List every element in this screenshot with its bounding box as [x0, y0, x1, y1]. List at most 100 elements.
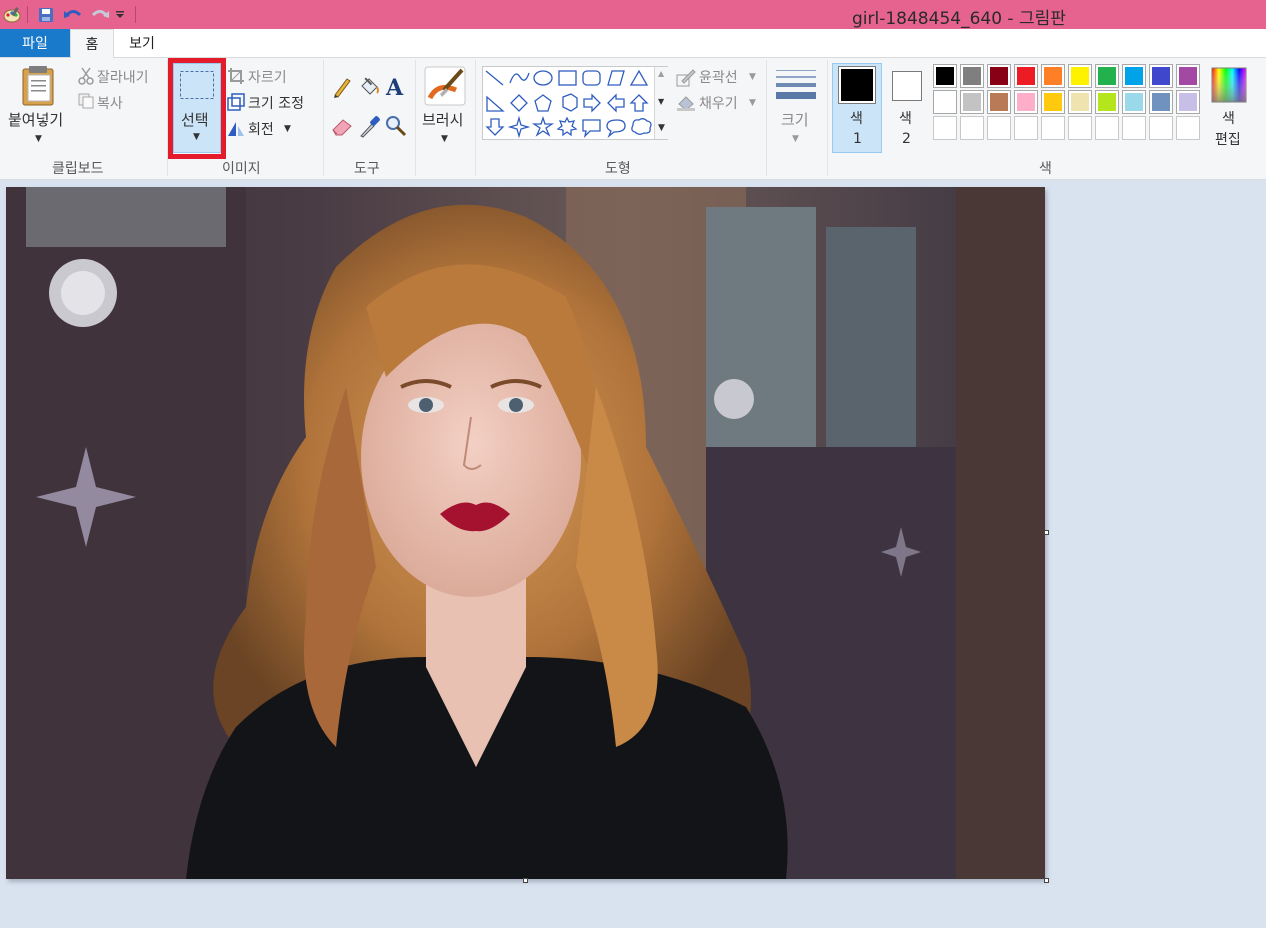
brushes-icon[interactable] — [424, 66, 466, 110]
palette-swatch[interactable] — [933, 116, 957, 140]
size-button[interactable]: 크기 — [781, 109, 809, 130]
tab-file[interactable]: 파일 — [0, 29, 70, 57]
canvas-resize-handle-corner[interactable] — [1044, 878, 1049, 883]
rotate-button[interactable]: 회전 — [248, 119, 274, 139]
palette-swatch[interactable] — [1149, 64, 1173, 88]
copy-button[interactable]: 복사 — [97, 93, 123, 113]
paint-app-icon[interactable] — [2, 4, 22, 25]
palette-swatch-color — [1179, 67, 1197, 85]
palette-swatch-color — [1071, 93, 1089, 111]
rotate-icon[interactable] — [227, 119, 245, 141]
palette-swatch[interactable] — [1095, 64, 1119, 88]
text-icon[interactable]: A — [384, 74, 406, 102]
magnifier-icon[interactable] — [385, 115, 407, 141]
outline-icon[interactable] — [676, 69, 696, 91]
paste-dropdown-icon[interactable]: ▼ — [35, 134, 42, 144]
color2-button[interactable] — [892, 71, 922, 101]
palette-swatch[interactable] — [987, 116, 1011, 140]
palette-swatch[interactable] — [1014, 90, 1038, 114]
palette-swatch[interactable] — [960, 90, 984, 114]
image-group-label: 이미지 — [222, 161, 261, 177]
shapes-scroll-up-icon[interactable]: ▲ — [658, 69, 664, 78]
palette-swatch[interactable] — [933, 64, 957, 88]
rotate-dropdown-icon[interactable]: ▼ — [284, 124, 291, 134]
edit-colors-icon[interactable] — [1211, 67, 1247, 107]
clipboard-group-label: 클립보드 — [52, 161, 104, 177]
ribbon-tabs: 파일 홈 보기 — [0, 29, 1266, 58]
palette-swatch[interactable] — [933, 90, 957, 114]
palette-swatch[interactable] — [1095, 116, 1119, 140]
redo-icon[interactable] — [89, 4, 111, 25]
outline-button[interactable]: 윤곽선 — [699, 67, 738, 87]
palette-swatch-color — [1098, 93, 1116, 111]
image-canvas[interactable] — [6, 187, 1045, 879]
palette-swatch[interactable] — [987, 64, 1011, 88]
canvas-resize-handle-right[interactable] — [1044, 530, 1049, 535]
copy-icon[interactable] — [78, 93, 94, 113]
brushes-button[interactable]: 브러시 — [422, 109, 463, 130]
palette-swatch[interactable] — [987, 90, 1011, 114]
outline-dropdown-icon[interactable]: ▼ — [749, 72, 756, 82]
palette-swatch-color — [1071, 67, 1089, 85]
palette-swatch[interactable] — [1041, 64, 1065, 88]
resize-icon[interactable] — [227, 93, 245, 115]
fill-button[interactable]: 채우기 — [699, 93, 738, 113]
paste-button[interactable] — [17, 64, 59, 112]
undo-icon[interactable] — [62, 4, 84, 25]
palette-swatch[interactable] — [1149, 90, 1173, 114]
palette-swatch[interactable] — [1014, 116, 1038, 140]
palette-swatch[interactable] — [1041, 90, 1065, 114]
palette-swatch[interactable] — [1176, 64, 1200, 88]
palette-swatch[interactable] — [1176, 90, 1200, 114]
color-picker-icon[interactable] — [358, 114, 380, 142]
color2-number: 2 — [902, 131, 911, 147]
tab-view[interactable]: 보기 — [114, 29, 170, 57]
palette-swatch[interactable] — [1068, 90, 1092, 114]
color1-label: 색 — [850, 111, 863, 127]
crop-icon[interactable] — [227, 67, 245, 89]
palette-swatch[interactable] — [1176, 116, 1200, 140]
shapes-scrollbar[interactable]: ▲ ▼ ▼ — [654, 67, 668, 139]
pencil-icon[interactable] — [332, 76, 352, 102]
palette-swatch[interactable] — [960, 116, 984, 140]
customize-toolbar-icon[interactable] — [114, 4, 126, 25]
resize-button[interactable]: 크기 조정 — [248, 93, 304, 113]
palette-swatch[interactable] — [1068, 116, 1092, 140]
edit-colors-label-1[interactable]: 색 — [1222, 108, 1235, 128]
palette-swatch-color — [1098, 67, 1116, 85]
brushes-dropdown-icon[interactable]: ▼ — [441, 134, 448, 144]
palette-swatch[interactable] — [1149, 116, 1173, 140]
svg-text:A: A — [385, 75, 404, 98]
palette-swatch-color — [1125, 93, 1143, 111]
shapes-scroll-down-icon[interactable]: ▼ — [658, 97, 664, 106]
eraser-icon[interactable] — [331, 116, 353, 140]
palette-swatch[interactable] — [1014, 64, 1038, 88]
color1-swatch — [841, 69, 873, 101]
save-icon[interactable] — [36, 4, 56, 25]
palette-swatch[interactable] — [1122, 90, 1146, 114]
shapes-expand-icon[interactable]: ▼ — [658, 123, 665, 133]
palette-swatch[interactable] — [1068, 64, 1092, 88]
palette-swatch[interactable] — [1122, 116, 1146, 140]
select-highlight-box — [168, 58, 226, 159]
colors-group-label: 색 — [1039, 161, 1052, 177]
fill-icon[interactable] — [676, 94, 696, 116]
palette-swatch[interactable] — [1095, 90, 1119, 114]
fill-bucket-icon[interactable] — [358, 76, 380, 102]
palette-swatch-color — [936, 67, 954, 85]
color2-label: 색 — [899, 111, 912, 127]
title-bar: girl-1848454_640 - 그림판 — [0, 0, 1266, 29]
crop-button[interactable]: 자르기 — [248, 67, 287, 87]
size-dropdown-icon[interactable]: ▼ — [792, 134, 799, 144]
line-size-icon[interactable] — [775, 69, 817, 105]
canvas-resize-handle-bottom[interactable] — [523, 878, 528, 883]
palette-swatch[interactable] — [1122, 64, 1146, 88]
portrait-photo — [6, 187, 1045, 879]
fill-dropdown-icon[interactable]: ▼ — [749, 98, 756, 108]
palette-swatch[interactable] — [1041, 116, 1065, 140]
cut-icon[interactable] — [78, 67, 94, 89]
edit-colors-label-2[interactable]: 편집 — [1215, 129, 1241, 149]
tab-home[interactable]: 홈 — [70, 29, 114, 58]
palette-swatch[interactable] — [960, 64, 984, 88]
cut-button[interactable]: 잘라내기 — [97, 67, 149, 87]
